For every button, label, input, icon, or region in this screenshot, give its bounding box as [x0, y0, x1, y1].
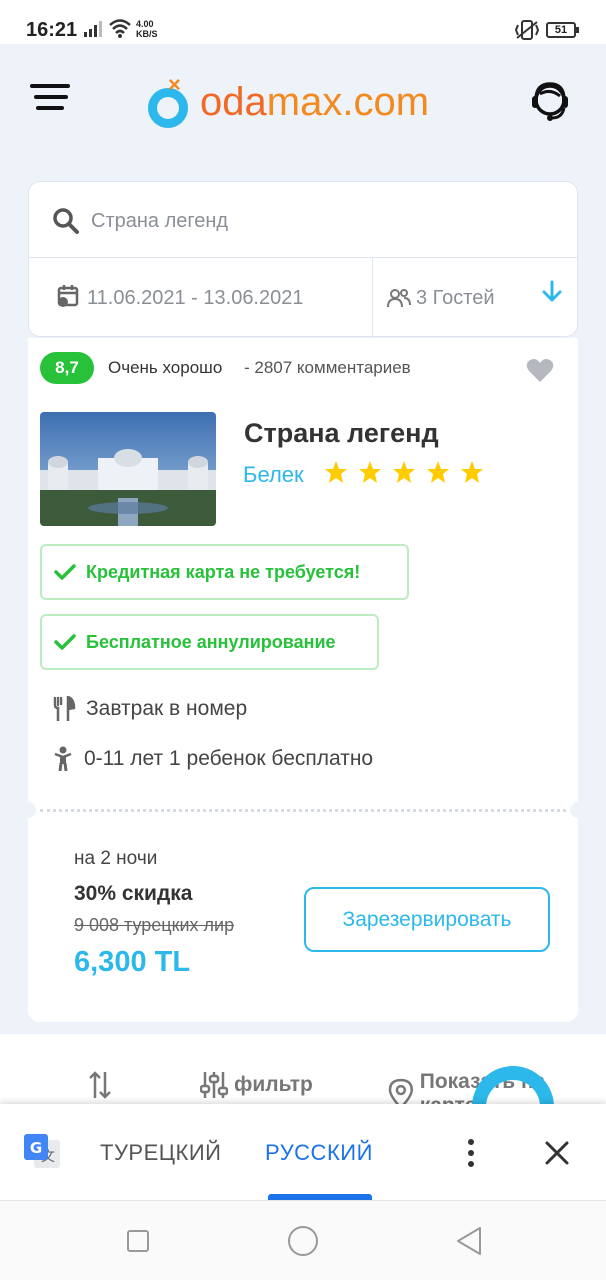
- signal-icon: [84, 21, 102, 37]
- calendar-icon: [57, 285, 79, 307]
- amenity-label: 0-11 лет 1 ребенок бесплатно: [84, 747, 374, 770]
- hotel-card[interactable]: 8,7 Очень хорошо - 2807 комментариев Стр…: [20, 338, 586, 1022]
- sort-button[interactable]: [88, 1070, 112, 1100]
- guests-field[interactable]: 3 Гостей: [373, 258, 579, 338]
- translate-bar: 文 G ТУРЕЦКИЙ РУССКИЙ: [0, 1104, 606, 1200]
- hotel-photo[interactable]: [40, 412, 216, 526]
- filter-sliders-icon: [200, 1072, 228, 1098]
- svg-text:G: G: [30, 1139, 42, 1157]
- logo-text: odamax.com: [200, 79, 430, 124]
- sort-icon: [89, 1071, 111, 1099]
- star-rating: [324, 460, 484, 484]
- status-time: 16:21: [26, 19, 78, 41]
- recents-button[interactable]: [127, 1230, 149, 1252]
- search-query: Страна легенд: [91, 210, 229, 232]
- back-icon[interactable]: [455, 1226, 483, 1256]
- menu-icon[interactable]: [30, 84, 74, 120]
- target-language-tab[interactable]: РУССКИЙ: [265, 1140, 373, 1166]
- arrow-down-icon[interactable]: [541, 280, 563, 304]
- network-speed: 4.00 KB/S: [136, 19, 158, 39]
- child-icon: [54, 746, 72, 772]
- card-notch: [20, 802, 36, 818]
- battery-indicator: 51: [546, 22, 579, 38]
- status-bar: 16:21 4.00 KB/S 51: [0, 0, 606, 44]
- close-icon[interactable]: [544, 1140, 570, 1166]
- logo-mark-icon: ×: [146, 72, 190, 128]
- divider: [40, 809, 566, 812]
- amenity-label: Завтрак в номер: [86, 697, 248, 720]
- star-icon: [359, 461, 381, 483]
- google-translate-icon[interactable]: 文 G: [22, 1132, 62, 1172]
- discount-label: 30% скидка: [74, 882, 193, 905]
- check-icon: [54, 564, 76, 580]
- more-vertical-icon[interactable]: [466, 1138, 476, 1168]
- source-language-tab[interactable]: ТУРЕЦКИЙ: [100, 1140, 221, 1166]
- vibrate-icon: [514, 20, 540, 40]
- fork-knife-icon: [53, 696, 76, 721]
- star-icon: [427, 461, 449, 483]
- feature-label: Кредитная карта не требуется!: [86, 561, 361, 582]
- date-range-field[interactable]: 11.06.2021 - 13.06.2021: [29, 258, 373, 338]
- logo[interactable]: × odamax.com: [146, 72, 430, 130]
- battery-level: 51: [554, 24, 568, 36]
- search-icon: [53, 208, 79, 234]
- search-field[interactable]: Страна легенд: [29, 182, 577, 258]
- nights-label: на 2 ночи: [74, 848, 158, 869]
- guests-icon: [387, 289, 411, 308]
- new-price: 6,300 TL: [74, 946, 191, 978]
- amenity-item: 0-11 лет 1 ребенок бесплатно: [52, 746, 373, 772]
- rating-badge: 8,7: [40, 352, 94, 384]
- system-nav-bar: [0, 1200, 606, 1280]
- hotel-name[interactable]: Страна легенд: [244, 418, 439, 449]
- search-card: Страна легенд 11.06.2021 - 13.06.2021 3 …: [28, 181, 579, 338]
- rating-label: Очень хорошо: [108, 358, 223, 377]
- heart-icon[interactable]: [526, 358, 554, 384]
- feature-badge: Кредитная карта не требуется!: [40, 544, 409, 600]
- filter-label: фильтр: [234, 1073, 313, 1096]
- old-price: 9 008 турецких лир: [74, 915, 235, 935]
- hotel-photo-image: [40, 412, 216, 526]
- book-button[interactable]: Зарезервировать: [304, 887, 550, 952]
- home-button[interactable]: [288, 1226, 318, 1256]
- star-icon: [393, 461, 415, 483]
- hotel-city: Белек: [243, 462, 304, 487]
- filter-button[interactable]: фильтр: [200, 1070, 313, 1100]
- date-range: 11.06.2021 - 13.06.2021: [87, 287, 304, 309]
- star-icon: [325, 461, 347, 483]
- app-header: × odamax.com: [0, 44, 606, 164]
- speed-unit: KB/S: [136, 29, 158, 39]
- card-notch: [570, 802, 586, 818]
- support-agent-icon[interactable]: [526, 78, 574, 126]
- feature-badge: Бесплатное аннулирование: [40, 614, 379, 670]
- feature-label: Бесплатное аннулирование: [86, 631, 336, 652]
- guests-count: 3 Гостей: [416, 287, 495, 309]
- star-icon: [461, 461, 483, 483]
- review-count[interactable]: - 2807 комментариев: [244, 358, 411, 378]
- wifi-icon: [109, 19, 131, 38]
- check-icon: [54, 634, 76, 650]
- amenity-item: Завтрак в номер: [52, 696, 247, 722]
- speed-value: 4.00: [136, 19, 154, 29]
